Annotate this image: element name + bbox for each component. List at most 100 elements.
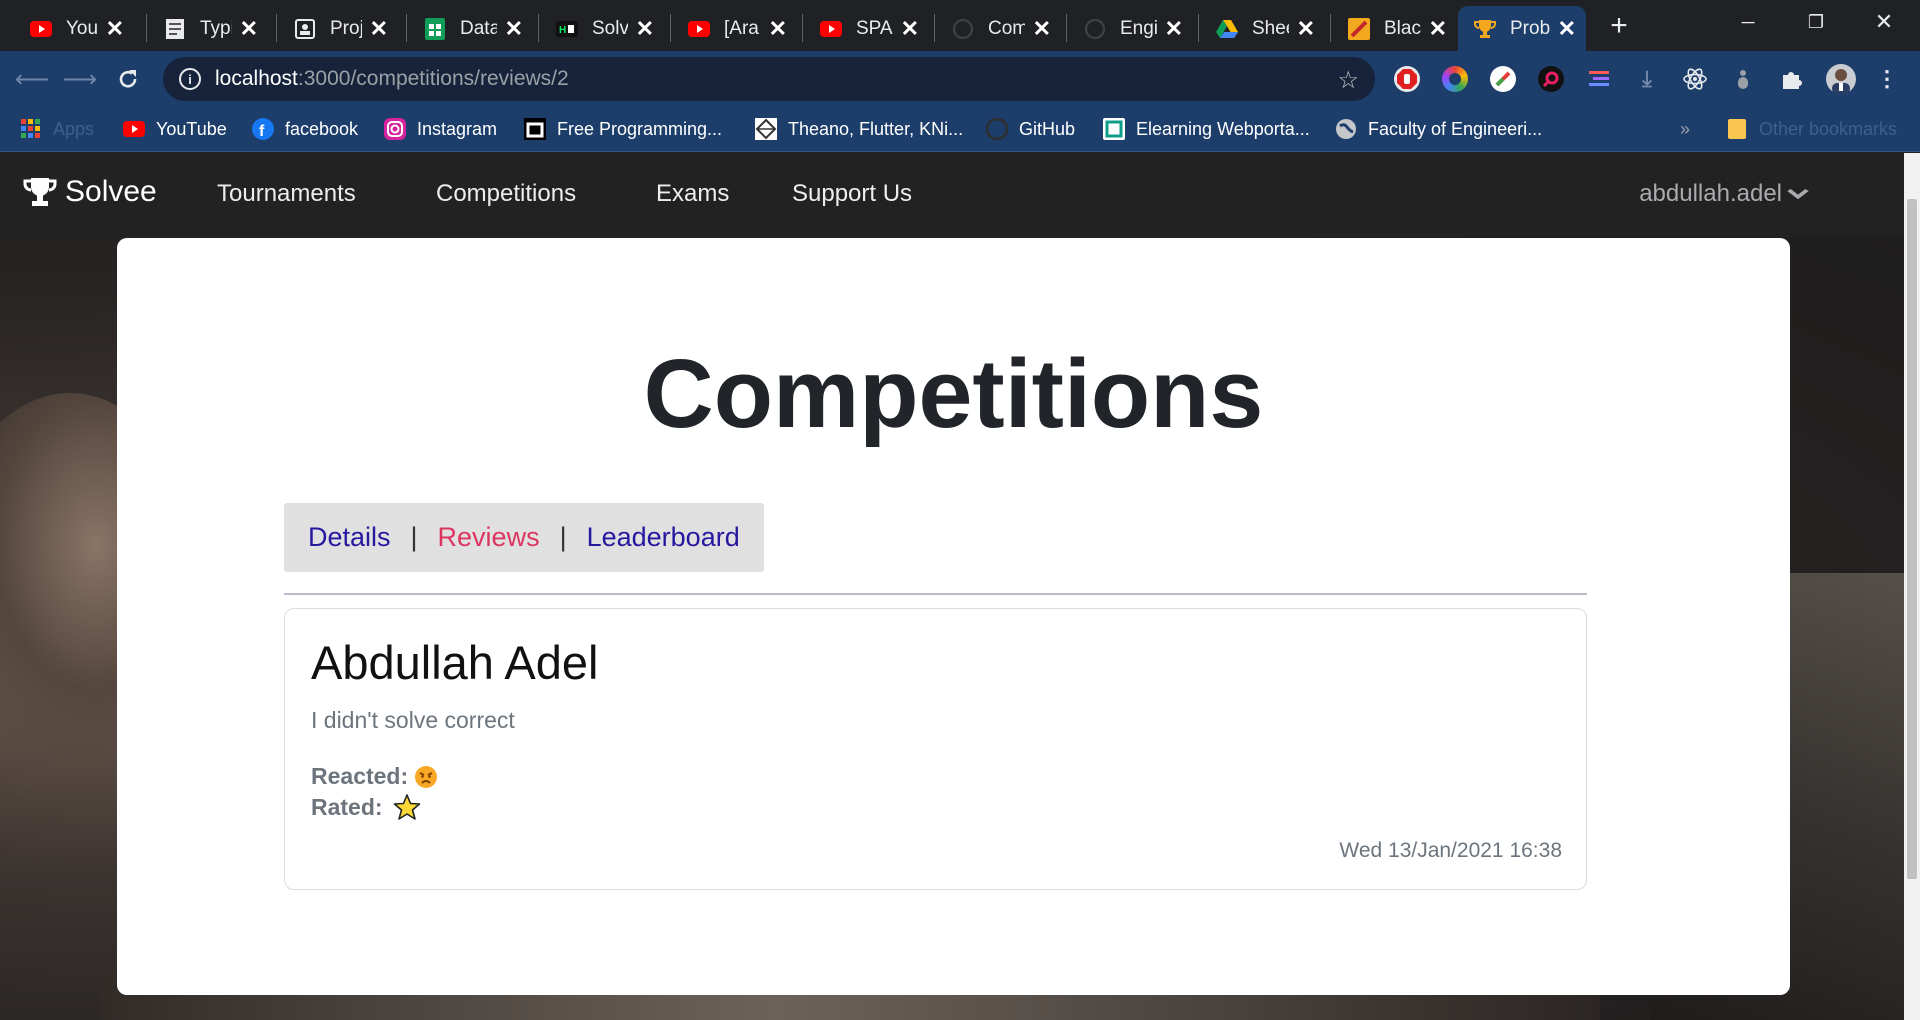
close-window-button[interactable]: ✕ (1854, 6, 1914, 38)
browser-tab[interactable]: Blacl ✕ (1332, 6, 1457, 51)
close-tab-icon[interactable]: ✕ (106, 17, 124, 40)
page-scrollbar[interactable] (1904, 153, 1920, 1020)
nav-competitions[interactable]: Competitions (436, 180, 576, 208)
review-rating: Rated: (311, 793, 421, 821)
instagram-icon (384, 118, 406, 140)
bookmark-star-icon[interactable]: ☆ (1337, 66, 1359, 95)
browser-tab[interactable]: Engi ✕ (1068, 6, 1193, 51)
star-icon (393, 793, 421, 821)
browser-tab[interactable]: SPA ✕ (804, 6, 929, 51)
lines-extension-icon[interactable] (1586, 66, 1612, 92)
bookmark-diamond-icon (755, 118, 777, 140)
close-tab-icon[interactable]: ✕ (1297, 17, 1315, 40)
browser-tab[interactable]: Shee ✕ (1200, 6, 1325, 51)
chevron-down-icon (1786, 184, 1810, 205)
trophy-icon (23, 178, 57, 206)
close-tab-icon[interactable]: ✕ (1033, 17, 1051, 40)
close-tab-icon[interactable]: ✕ (901, 17, 919, 40)
close-tab-icon[interactable]: ✕ (1558, 17, 1576, 40)
browser-tab[interactable]: H Solv ✕ (540, 6, 664, 51)
drive-icon (1216, 18, 1238, 40)
extension-icon[interactable] (1730, 66, 1756, 92)
new-tab-button[interactable]: + (1601, 8, 1637, 44)
address-bar[interactable]: i localhost:3000/competitions/reviews/2 … (163, 57, 1375, 101)
github-icon (1084, 18, 1106, 40)
close-tab-icon[interactable]: ✕ (769, 17, 787, 40)
svg-text:H: H (559, 25, 566, 36)
close-tab-icon[interactable]: ✕ (505, 17, 523, 40)
close-tab-icon[interactable]: ✕ (1165, 17, 1183, 40)
reload-button[interactable] (110, 61, 146, 97)
browser-tab[interactable]: Proje ✕ (278, 6, 398, 51)
hackerrank-icon: H (556, 18, 578, 40)
folder-icon (1726, 118, 1748, 140)
browser-tab[interactable]: [Ara ✕ (672, 6, 797, 51)
browser-menu-icon[interactable]: ⋮ (1874, 66, 1900, 92)
tab-leaderboard[interactable]: Leaderboard (587, 522, 740, 553)
bookmark-page-icon (524, 118, 546, 140)
bookmarks-overflow-button[interactable]: » (1680, 116, 1690, 142)
nav-support-us[interactable]: Support Us (792, 180, 912, 208)
nav-exams[interactable]: Exams (656, 180, 729, 208)
divider (284, 593, 1587, 595)
bookmark-instagram[interactable]: Instagram (384, 116, 497, 142)
browser-tab[interactable]: Typir ✕ (148, 6, 268, 51)
review-date: Wed 13/Jan/2021 16:38 (1339, 839, 1562, 862)
avatar[interactable] (1826, 64, 1856, 94)
angry-face-icon (414, 765, 438, 789)
browser-tab-strip: YouT ✕ Typir ✕ Proje ✕ Data ✕ H Solv ✕ [… (0, 0, 1920, 51)
competition-subnav: Details | Reviews | Leaderboard (284, 503, 764, 572)
project-icon (294, 18, 316, 40)
bookmark-github[interactable]: GitHub (986, 116, 1075, 142)
close-tab-icon[interactable]: ✕ (240, 17, 258, 40)
globe-icon (1335, 118, 1357, 140)
react-devtools-icon[interactable] (1682, 66, 1708, 92)
close-tab-icon[interactable]: ✕ (636, 17, 654, 40)
back-button[interactable]: ⟵ (14, 61, 50, 97)
download-icon[interactable]: ⤓ (1634, 66, 1660, 92)
bookmark-theano[interactable]: Theano, Flutter, KNi... (755, 116, 963, 142)
restore-button[interactable]: ❐ (1786, 6, 1846, 38)
brand-logo[interactable]: Solvee (23, 175, 157, 209)
bookmark-apps[interactable]: Apps (20, 116, 94, 142)
site-info-icon[interactable]: i (179, 68, 201, 90)
color-extension-icon[interactable] (1442, 66, 1468, 92)
minimize-button[interactable]: ─ (1718, 6, 1778, 38)
colorpick-extension-icon[interactable] (1490, 66, 1516, 92)
github-icon (952, 18, 974, 40)
elearning-icon (1103, 118, 1125, 140)
browser-tab[interactable]: Com ✕ (936, 6, 1061, 51)
browser-tab[interactable]: Data ✕ (408, 6, 533, 51)
svg-text:f: f (259, 123, 265, 140)
bookmark-elearning[interactable]: Elearning Webporta... (1103, 116, 1310, 142)
bookmark-faculty[interactable]: Faculty of Engineeri... (1335, 116, 1542, 142)
browser-toolbar: ⟵ ⟶ i localhost:3000/competitions/review… (0, 51, 1920, 107)
search-extension-icon[interactable] (1538, 66, 1564, 92)
bookmark-youtube[interactable]: YouTube (123, 116, 227, 142)
reload-icon (119, 70, 137, 88)
puzzle-extensions-icon[interactable] (1778, 66, 1804, 92)
bookmark-facebook[interactable]: f facebook (252, 116, 358, 142)
tab-reviews[interactable]: Reviews (438, 522, 540, 553)
content-card: Competitions Details | Reviews | Leaderb… (117, 238, 1790, 995)
page-title: Competitions (643, 339, 1264, 448)
bookmark-free-programming[interactable]: Free Programming... (524, 116, 722, 142)
adblock-extension-icon[interactable] (1394, 66, 1420, 92)
typing-icon (164, 18, 186, 40)
browser-tab-active[interactable]: Prob ✕ (1458, 6, 1586, 51)
trophy-icon (1474, 18, 1496, 40)
forward-button[interactable]: ⟶ (62, 61, 98, 97)
user-menu[interactable]: abdullah.adel (1639, 180, 1809, 208)
tab-details[interactable]: Details (308, 522, 391, 553)
scrollbar-thumb[interactable] (1907, 199, 1917, 879)
close-tab-icon[interactable]: ✕ (370, 17, 388, 40)
app-navbar: Solvee Tournaments Competitions Exams Su… (0, 153, 1904, 237)
browser-tab[interactable]: YouT ✕ (14, 6, 134, 51)
youtube-icon (30, 18, 52, 40)
other-bookmarks[interactable]: Other bookmarks (1726, 116, 1897, 142)
close-tab-icon[interactable]: ✕ (1429, 17, 1447, 40)
github-icon (986, 118, 1008, 140)
review-author: Abdullah Adel (311, 636, 599, 689)
nav-tournaments[interactable]: Tournaments (217, 180, 356, 208)
bookmarks-bar: Apps YouTube f facebook Instagram Free P… (0, 107, 1920, 152)
